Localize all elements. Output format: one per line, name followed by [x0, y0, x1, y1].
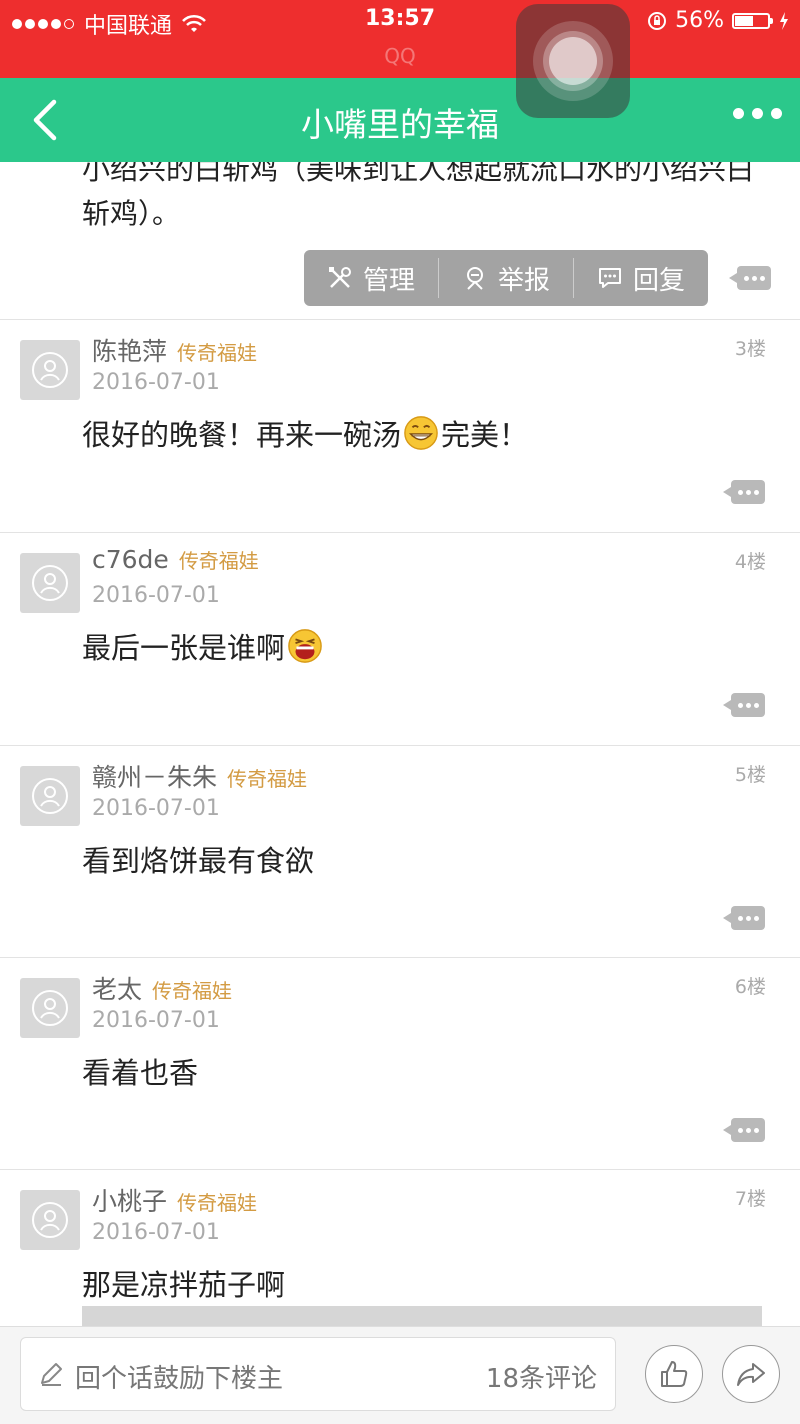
pencil-icon [41, 1363, 62, 1386]
reply-label: 回复 [632, 265, 685, 296]
comment-count[interactable]: 18条评论 [486, 1358, 597, 1395]
user-badge: 传奇福娃 [177, 1191, 258, 1215]
user-badge: 传奇福娃 [227, 767, 308, 791]
list-item: 老太 传奇福娃 2016-07-01 6楼 看着也香 [0, 958, 800, 1170]
comment-image[interactable] [82, 1306, 762, 1326]
avatar[interactable] [20, 766, 80, 826]
grin-emoji-icon [404, 416, 438, 450]
comment-placeholder: 回个话鼓励下楼主 [75, 1364, 284, 1394]
report-button[interactable]: 举报 [439, 250, 573, 306]
post-date: 2016-07-01 [92, 583, 220, 608]
assistive-touch-button[interactable] [516, 4, 630, 118]
comment-text-before: 那是凉拌茄子啊 [82, 1268, 286, 1302]
comment-text: 最后一张是谁啊 [82, 625, 325, 667]
username: 陈艳萍 传奇福娃 [92, 332, 257, 368]
user-badge: 传奇福娃 [177, 341, 258, 365]
reply-icon [598, 268, 621, 288]
list-item: 小桃子 传奇福娃 2016-07-01 7楼 那是凉拌茄子啊 [0, 1170, 800, 1326]
comment-text: 很好的晚餐！再来一碗汤 完美！ [82, 412, 528, 454]
manage-label: 管理 [362, 265, 415, 296]
comment-list[interactable]: 小绍兴的白斩鸡（美味到让人想起就流口水的小绍兴白斩鸡）。 管理 举报 回复 陈艳… [0, 162, 800, 1326]
username-label[interactable]: c76de [92, 545, 169, 574]
tools-icon [328, 267, 351, 288]
orientation-lock-icon [648, 11, 667, 30]
list-item: c76de 传奇福娃 2016-07-01 4楼 最后一张是谁啊 [0, 533, 800, 745]
comment-text-after: 完美！ [441, 418, 529, 452]
battery-percent: 56% [675, 8, 724, 33]
username: 小桃子 传奇福娃 [92, 1182, 257, 1218]
post-date: 2016-07-01 [92, 796, 220, 821]
post-text: 小绍兴的白斩鸡（美味到让人想起就流口水的小绍兴白斩鸡）。 [82, 162, 755, 230]
avatar[interactable] [20, 553, 80, 613]
username-label[interactable]: 小桃子 [92, 1182, 167, 1218]
reply-button[interactable]: 回复 [574, 250, 708, 306]
comment-text-before: 很好的晚餐！再来一碗汤 [82, 418, 402, 452]
floor-number: 7楼 [734, 1188, 766, 1210]
username: 赣州－朱朱 传奇福娃 [92, 758, 307, 794]
post-date: 2016-07-01 [92, 1220, 220, 1245]
nav-bar: 小嘴里的幸福 [0, 78, 800, 162]
page-title: 小嘴里的幸福 [301, 105, 499, 144]
like-button[interactable] [645, 1345, 703, 1403]
username-label[interactable]: 老太 [92, 970, 142, 1006]
floor-number: 3楼 [734, 338, 766, 360]
comment-text-before: 看着也香 [82, 1056, 199, 1090]
comment-icon[interactable] [723, 693, 765, 717]
post-date: 2016-07-01 [92, 1008, 220, 1033]
thumbs-up-icon [661, 1361, 688, 1387]
user-badge: 传奇福娃 [178, 549, 259, 573]
username-label[interactable]: 赣州－朱朱 [92, 758, 217, 794]
comment-text-before: 看到烙饼最有食欲 [82, 844, 315, 878]
avatar[interactable] [20, 1190, 80, 1250]
laugh-emoji-icon [288, 629, 322, 663]
post-action-menu: 管理 举报 回复 [304, 250, 708, 306]
bottom-bar: 回个话鼓励下楼主 18条评论 [0, 1326, 800, 1424]
floor-number: 4楼 [734, 551, 766, 573]
share-button[interactable] [722, 1345, 780, 1403]
avatar[interactable] [20, 340, 80, 400]
list-item: 赣州－朱朱 传奇福娃 2016-07-01 5楼 看到烙饼最有食欲 [0, 746, 800, 958]
avatar[interactable] [20, 978, 80, 1038]
floor-number: 5楼 [734, 764, 766, 786]
manage-button[interactable]: 管理 [304, 250, 438, 306]
comment-icon[interactable] [729, 266, 771, 290]
comment-text: 那是凉拌茄子啊 [82, 1262, 285, 1304]
comment-icon[interactable] [723, 906, 765, 930]
status-bar: 中国联通 13:57 QQ 56% [0, 0, 800, 78]
list-item: 陈艳萍 传奇福娃 2016-07-01 3楼 很好的晚餐！再来一碗汤 完美！ [0, 320, 800, 532]
share-icon [737, 1363, 765, 1386]
comment-text: 看到烙饼最有食欲 [82, 838, 314, 880]
comment-text: 看着也香 [82, 1050, 198, 1092]
comment-text-before: 最后一张是谁啊 [82, 631, 286, 665]
status-right: 56% [647, 8, 790, 33]
comment-input[interactable]: 回个话鼓励下楼主 18条评论 [20, 1337, 616, 1411]
charging-icon [780, 11, 788, 30]
username: 老太 传奇福娃 [92, 970, 232, 1006]
more-icon[interactable] [733, 108, 782, 119]
username-label[interactable]: 陈艳萍 [92, 332, 167, 368]
user-badge: 传奇福娃 [152, 979, 233, 1003]
report-label: 举报 [497, 265, 550, 296]
post-date: 2016-07-01 [92, 370, 220, 395]
comment-icon[interactable] [723, 1118, 765, 1142]
username: c76de 传奇福娃 [92, 545, 259, 574]
comment-icon[interactable] [723, 480, 765, 504]
report-icon [466, 267, 483, 290]
battery-icon [732, 12, 773, 29]
app-hint: QQ [384, 44, 416, 68]
floor-number: 6楼 [734, 976, 766, 998]
